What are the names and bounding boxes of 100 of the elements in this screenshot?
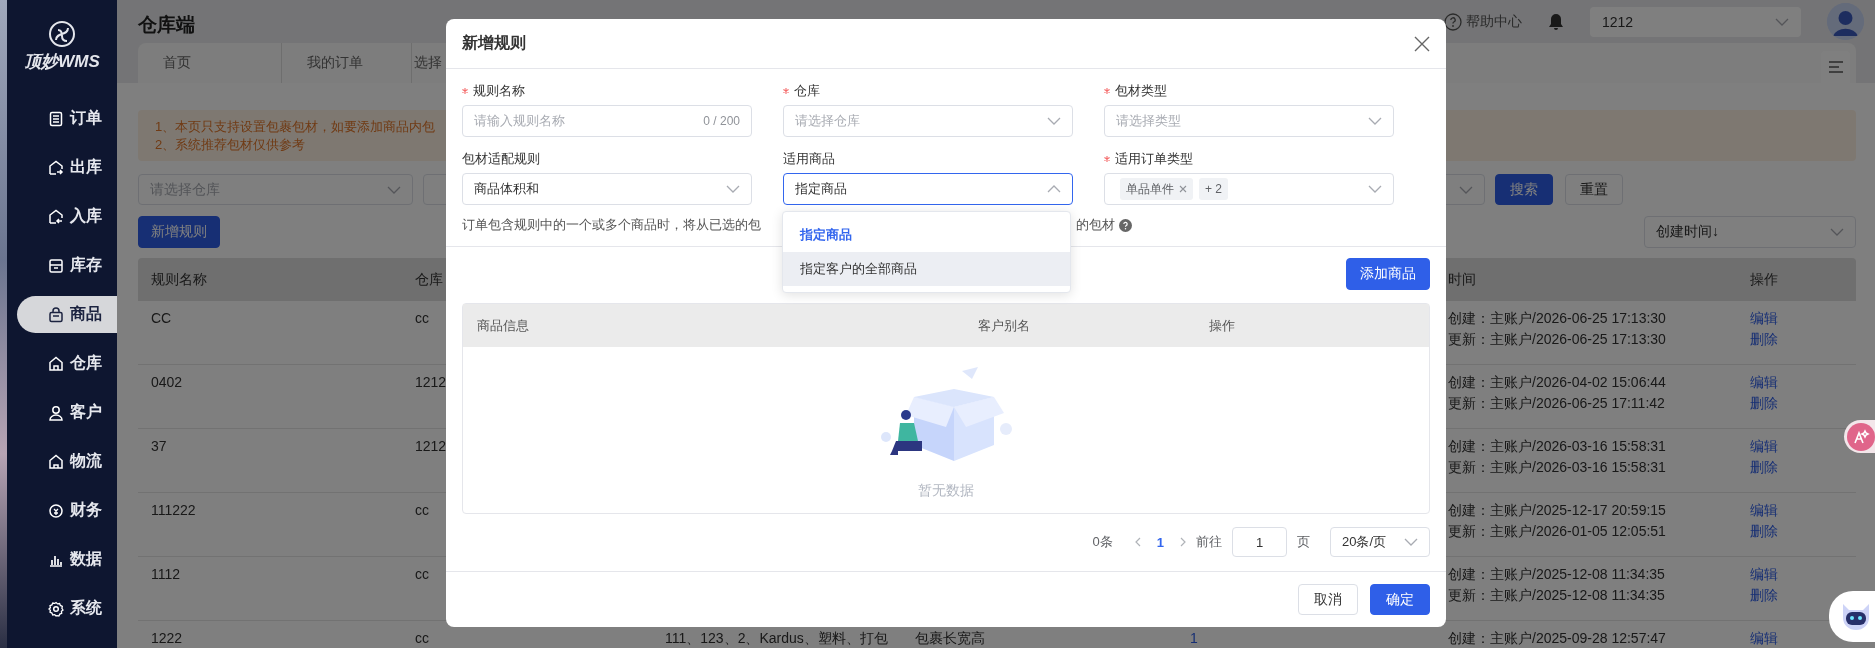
select-field[interactable]: 请选择仓库 bbox=[783, 105, 1073, 137]
logo-text: 顶妙WMS bbox=[24, 51, 100, 73]
sidebar-item[interactable]: 财务 bbox=[17, 492, 117, 529]
chevron-icon bbox=[726, 185, 740, 193]
tab[interactable]: 首页 bbox=[138, 43, 282, 83]
field-label: 适用商品 bbox=[783, 150, 835, 168]
chevron-right-icon[interactable] bbox=[1180, 537, 1186, 547]
table-cell: 1212 bbox=[415, 438, 447, 454]
chevron-left-icon[interactable] bbox=[1134, 537, 1141, 547]
column-header: 规则名称 bbox=[151, 270, 207, 287]
close-icon[interactable] bbox=[1414, 35, 1430, 52]
chevron-icon bbox=[1047, 185, 1061, 193]
created-time: 创建：主账户/2026-04-02 15:06:44 bbox=[1448, 373, 1666, 392]
bag-icon bbox=[48, 306, 64, 323]
sidebar-item[interactable]: 客户 bbox=[17, 394, 117, 431]
add-product-button[interactable]: 添加商品 bbox=[1346, 258, 1430, 290]
search-button[interactable]: 搜索 bbox=[1495, 174, 1553, 205]
translate-icon bbox=[1847, 422, 1875, 451]
help-icon bbox=[1444, 12, 1462, 31]
select-field[interactable]: 商品体积和 bbox=[462, 173, 752, 205]
table-cell[interactable]: 1 bbox=[1190, 630, 1198, 646]
sidebar-item[interactable]: 入库 bbox=[17, 198, 117, 235]
page-unit: 页 bbox=[1297, 533, 1310, 551]
reset-button[interactable]: 重置 bbox=[1565, 174, 1623, 205]
sidebar-item[interactable]: 库存 bbox=[17, 247, 117, 284]
sidebar-item[interactable]: 物流 bbox=[17, 443, 117, 480]
chevron-icon bbox=[387, 185, 401, 194]
new-rule-button[interactable]: 新增规则 bbox=[138, 216, 220, 248]
tab[interactable]: 选择 bbox=[412, 43, 442, 83]
table-cell: 1212 bbox=[415, 374, 447, 390]
select-field[interactable]: 指定商品 bbox=[783, 173, 1073, 205]
column-header: 客户别名 bbox=[977, 316, 1031, 335]
table-cell: 1222 bbox=[151, 630, 183, 646]
table-cell: cc bbox=[415, 310, 429, 326]
cancel-button[interactable]: 取消 bbox=[1298, 584, 1358, 615]
menu-icon bbox=[1828, 61, 1843, 73]
page-number[interactable]: 1 bbox=[1150, 534, 1170, 550]
updated-time: 更新：主账户/2026-06-25 17:13:30 bbox=[1448, 330, 1666, 349]
page-input[interactable]: 1 bbox=[1232, 527, 1287, 557]
dropdown-option[interactable]: 指定商品 bbox=[783, 218, 1070, 252]
action-link[interactable]: 删除 bbox=[1750, 393, 1778, 414]
page-size-select[interactable]: 20条/页 bbox=[1330, 527, 1430, 557]
field-label: 仓库 bbox=[794, 82, 820, 100]
action-link[interactable]: 删除 bbox=[1750, 329, 1778, 350]
person-icon bbox=[48, 404, 64, 421]
table-cell: 111、123、2、Kardus、塑料、打包 bbox=[665, 630, 888, 646]
chevron-icon bbox=[1830, 228, 1844, 236]
translate-button[interactable] bbox=[1844, 420, 1875, 453]
sidebar-item[interactable]: 系统 bbox=[17, 590, 117, 627]
column-header: 商品信息 bbox=[476, 316, 530, 335]
list-icon bbox=[48, 110, 64, 127]
select-field[interactable]: 请选择类型 bbox=[1104, 105, 1394, 137]
chatbot-button[interactable] bbox=[1829, 591, 1875, 642]
chevron-icon bbox=[1368, 117, 1382, 125]
confirm-button[interactable]: 确定 bbox=[1370, 584, 1430, 615]
chevron-icon bbox=[1047, 117, 1061, 125]
house-arrow-icon bbox=[48, 159, 64, 176]
sidebar-item[interactable]: 出库 bbox=[17, 149, 117, 186]
sort-select[interactable]: 创建时间↓ bbox=[1644, 216, 1856, 248]
chevron-icon bbox=[1368, 185, 1382, 193]
action-link[interactable]: 编辑 bbox=[1750, 628, 1778, 648]
close-icon[interactable] bbox=[1179, 185, 1187, 193]
dropdown-option[interactable]: 指定客户的全部商品 bbox=[783, 252, 1070, 286]
updated-time: 更新：主账户/2026-01-05 12:05:51 bbox=[1448, 522, 1666, 541]
action-link[interactable]: 删除 bbox=[1750, 585, 1778, 606]
text-field[interactable]: 请输入规则名称 0 / 200 bbox=[462, 105, 752, 137]
field-label: 规则名称 bbox=[473, 82, 525, 100]
field-label: 适用订单类型 bbox=[1115, 150, 1193, 168]
table-cell: 包裹长宽高 bbox=[915, 630, 985, 646]
sidebar-item[interactable]: 商品 bbox=[17, 296, 117, 333]
tab[interactable]: 我的订单 bbox=[282, 43, 412, 83]
empty-text: 暂无数据 bbox=[918, 482, 974, 500]
action-link[interactable]: 删除 bbox=[1750, 521, 1778, 542]
action-link[interactable]: 编辑 bbox=[1750, 436, 1778, 457]
house-icon bbox=[48, 355, 64, 372]
sidebar-item[interactable]: 仓库 bbox=[17, 345, 117, 382]
goto-label: 前往 bbox=[1196, 533, 1222, 551]
column-header: 操作 bbox=[1750, 270, 1778, 287]
column-header: 操作 bbox=[1208, 316, 1236, 335]
account-select[interactable]: 1212 bbox=[1590, 6, 1801, 37]
help-icon[interactable] bbox=[1119, 218, 1132, 232]
tag-select-field[interactable]: 单品单件 + 2 bbox=[1104, 173, 1394, 205]
help-link[interactable]: 帮助中心 bbox=[1444, 12, 1522, 31]
table-cell: cc bbox=[415, 630, 429, 646]
table-cell: 1112 bbox=[151, 566, 181, 582]
action-link[interactable]: 编辑 bbox=[1750, 564, 1778, 585]
table-cell: 111222 bbox=[151, 502, 196, 518]
action-link[interactable]: 编辑 bbox=[1750, 500, 1778, 521]
coin-icon bbox=[48, 502, 64, 519]
notice-text: 1、本页只支持设置包裹包材，如要添加商品内包 bbox=[155, 118, 436, 136]
created-time: 创建：主账户/2026-03-16 15:58:31 bbox=[1448, 437, 1666, 456]
updated-time: 更新：主账户/2025-12-08 11:34:35 bbox=[1448, 586, 1665, 605]
sidebar-item[interactable]: 数据 bbox=[17, 541, 117, 578]
sidebar-item[interactable]: 订单 bbox=[17, 100, 117, 137]
bell-icon[interactable] bbox=[1548, 12, 1564, 31]
action-link[interactable]: 删除 bbox=[1750, 457, 1778, 478]
action-link[interactable]: 编辑 bbox=[1750, 372, 1778, 393]
created-time: 创建：主账户/2026-06-25 17:13:30 bbox=[1448, 309, 1666, 328]
action-link[interactable]: 编辑 bbox=[1750, 308, 1778, 329]
total-count: 0条 bbox=[1092, 533, 1113, 551]
